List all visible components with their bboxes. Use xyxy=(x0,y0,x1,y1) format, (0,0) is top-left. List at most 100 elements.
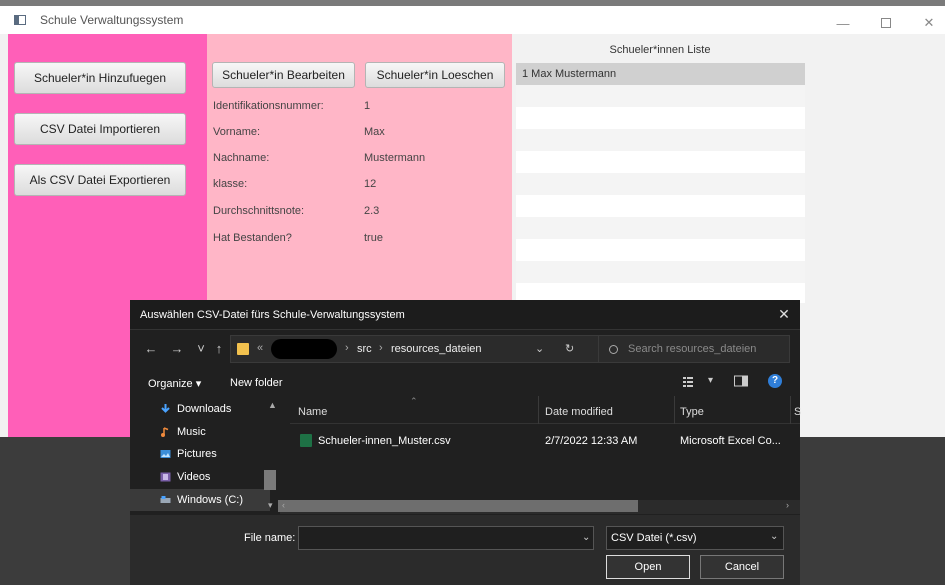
file-row[interactable]: Schueler-innen_Muster.csv 2/7/2022 12:33… xyxy=(300,432,790,452)
column-divider[interactable] xyxy=(538,396,539,424)
view-options-icon[interactable] xyxy=(682,375,698,389)
cancel-button[interactable]: Cancel xyxy=(700,555,784,579)
grade-value: 2.3 xyxy=(364,205,380,217)
help-icon[interactable]: ? xyxy=(768,374,782,388)
file-list-scrollbar-thumb[interactable] xyxy=(278,500,638,512)
up-button[interactable]: ↑ xyxy=(210,340,228,358)
passed-value: true xyxy=(364,232,383,244)
breadcrumb-item-resources[interactable]: resources_dateien xyxy=(391,343,482,355)
nav-item-videos[interactable]: Videos xyxy=(160,471,210,483)
scroll-left-icon[interactable]: ‹ xyxy=(282,500,285,510)
file-name-dropdown-icon[interactable]: ⌄ xyxy=(582,532,590,543)
import-csv-button[interactable]: CSV Datei Importieren xyxy=(14,113,186,145)
dialog-close-button[interactable]: ✕ xyxy=(774,306,794,324)
drive-icon xyxy=(160,496,171,503)
breadcrumb-item-src[interactable]: src xyxy=(357,343,372,355)
minimize-button[interactable]: — xyxy=(823,12,863,34)
nav-scroll-up-icon[interactable]: ▲ xyxy=(268,400,277,410)
id-value: 1 xyxy=(364,100,371,112)
edit-student-button[interactable]: Schueler*in Bearbeiten xyxy=(212,62,355,88)
breadcrumb-separator: › xyxy=(379,342,383,354)
maximize-icon xyxy=(881,18,891,28)
nav-scroll-down-icon[interactable]: ▾ xyxy=(268,500,273,511)
organize-button[interactable]: Organize ▾ xyxy=(148,377,201,390)
delete-student-button[interactable]: Schueler*in Loeschen xyxy=(365,62,505,88)
column-header-size[interactable]: S xyxy=(794,406,801,418)
nav-item-label: Music xyxy=(177,426,206,438)
nav-item-label: Downloads xyxy=(177,403,232,415)
export-csv-button[interactable]: Als CSV Datei Exportieren xyxy=(14,164,186,196)
nav-pane-scrollbar[interactable] xyxy=(264,470,276,490)
column-divider[interactable] xyxy=(790,396,791,424)
new-folder-button[interactable]: New folder xyxy=(230,377,283,389)
nav-item-label: Pictures xyxy=(177,448,217,460)
excel-file-icon xyxy=(300,434,312,447)
window-title: Schule Verwaltungssystem xyxy=(40,13,184,27)
download-arrow-icon xyxy=(161,404,170,413)
recent-locations-button[interactable]: ˅ xyxy=(192,340,210,358)
file-date: 2/7/2022 12:33 AM xyxy=(545,435,638,447)
dialog-titlebar: Auswählen CSV-Datei fürs Schule-Verwaltu… xyxy=(130,300,800,330)
empty-list-row xyxy=(516,195,805,217)
empty-list-row xyxy=(516,239,805,261)
add-student-button[interactable]: Schueler*in Hinzufuegen xyxy=(14,62,186,94)
empty-list-row xyxy=(516,85,805,107)
refresh-icon[interactable]: ↻ xyxy=(565,342,574,355)
empty-list-row xyxy=(516,107,805,129)
videos-icon xyxy=(160,472,171,482)
scroll-right-icon[interactable]: › xyxy=(786,500,789,510)
search-icon xyxy=(609,344,618,354)
file-type: Microsoft Excel Co... xyxy=(680,435,781,447)
class-label: klasse: xyxy=(213,178,248,190)
close-window-button[interactable]: ✕ xyxy=(909,12,945,34)
column-divider[interactable] xyxy=(674,396,675,424)
filter-dropdown-icon[interactable]: ⌄ xyxy=(770,531,778,542)
nav-item-music[interactable]: Music xyxy=(160,426,206,438)
empty-list-row xyxy=(516,217,805,239)
empty-list-row xyxy=(516,173,805,195)
nav-item-pictures[interactable]: Pictures xyxy=(160,448,217,460)
window-titlebar: Schule Verwaltungssystem — ✕ xyxy=(0,0,945,34)
sort-indicator-icon: ⌃ xyxy=(410,396,418,406)
student-list-title: Schueler*innen Liste xyxy=(609,44,711,56)
id-label: Identifikationsnummer: xyxy=(213,100,324,112)
search-box[interactable] xyxy=(598,335,790,363)
breadcrumb-separator: › xyxy=(345,342,349,354)
maximize-button[interactable] xyxy=(866,12,906,34)
file-type-filter-select[interactable]: CSV Datei (*.csv) xyxy=(606,526,784,550)
passed-label: Hat Bestanden? xyxy=(213,232,292,244)
redacted-path xyxy=(271,339,337,359)
firstname-label: Vorname: xyxy=(213,126,261,138)
forward-button[interactable]: → xyxy=(168,340,186,358)
empty-list-row xyxy=(516,129,805,151)
class-value: 12 xyxy=(364,178,377,190)
column-header-date[interactable]: Date modified xyxy=(545,406,613,418)
open-button[interactable]: Open xyxy=(606,555,690,579)
app-icon xyxy=(14,15,26,25)
address-dropdown-icon[interactable]: ⌄ xyxy=(535,342,544,355)
lastname-value: Mustermann xyxy=(364,152,426,164)
dialog-title: Auswählen CSV-Datei fürs Schule-Verwaltu… xyxy=(140,309,405,321)
empty-list-row xyxy=(516,261,805,283)
search-input[interactable] xyxy=(628,343,778,355)
nav-item-downloads[interactable]: Downloads xyxy=(160,403,231,415)
pictures-icon xyxy=(160,450,171,458)
file-name-label: File name: xyxy=(244,532,296,544)
file-open-dialog: Auswählen CSV-Datei fürs Schule-Verwaltu… xyxy=(130,300,801,585)
file-name: Schueler-innen_Muster.csv xyxy=(318,435,451,447)
firstname-value: Max xyxy=(364,126,385,138)
empty-list-row xyxy=(516,151,805,173)
column-header-type[interactable]: Type xyxy=(680,406,704,418)
preview-pane-icon[interactable] xyxy=(734,375,750,389)
nav-item-label: Windows (C:) xyxy=(177,494,244,506)
nav-item-windows-c[interactable]: Windows (C:) xyxy=(130,489,270,511)
breadcrumb-separator: « xyxy=(257,342,264,354)
file-name-input[interactable] xyxy=(298,526,594,550)
column-header-name[interactable]: Name xyxy=(298,406,327,418)
back-button[interactable]: ← xyxy=(142,340,160,358)
nav-item-label: Videos xyxy=(177,471,211,483)
music-note-icon xyxy=(161,427,169,437)
view-dropdown-icon[interactable]: ▾ xyxy=(708,375,724,389)
list-item[interactable]: 1 Max Mustermann xyxy=(516,63,805,85)
student-list[interactable]: 1 Max Mustermann xyxy=(516,63,805,303)
